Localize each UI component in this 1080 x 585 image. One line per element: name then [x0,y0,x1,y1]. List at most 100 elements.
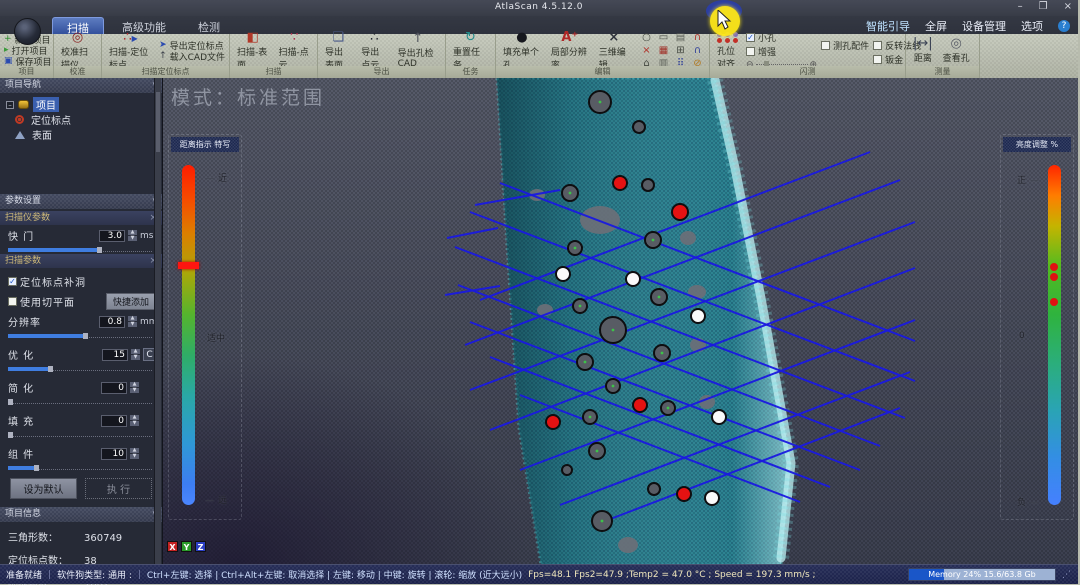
alignment-dot [1050,273,1058,281]
scan-targets-button[interactable]: ∴▶ 扫描-定位标点 [106,31,155,71]
resolution-input[interactable]: 0.8 [99,316,125,328]
scan-surface-button[interactable]: ◧ 扫描-表面 [234,31,272,71]
resolution-label: 分辨率 [8,314,96,329]
distance-button[interactable]: |↔| 距离 [910,37,936,64]
minimize-button[interactable]: – [1018,1,1023,12]
view-hole-button[interactable]: ◎ 查看孔 [940,37,973,64]
export-surface-icon: ❏ [332,31,344,44]
reset-task-button[interactable]: ↻ 重置任务 [450,31,491,71]
export-pointcloud-button[interactable]: ∴ 导出点云 [358,31,390,71]
fill-single-hole-button[interactable]: ● 填充单个孔 [500,31,544,71]
tree-item-surface[interactable]: 表面 [6,127,160,142]
menu-fullscreen[interactable]: 全屏 [925,18,947,34]
resize-grip-icon[interactable]: ⋰ [1062,570,1072,580]
axis-x-button[interactable]: X [167,541,178,552]
project-nav-header[interactable]: 项目导航▾ [0,78,162,93]
edit-3d-button[interactable]: × 三维编辑 [596,31,632,71]
label-zero: 0 [1019,331,1025,341]
edit-tool-icon[interactable]: ▦ [656,45,671,57]
distance-indicator-title: 距离指示 特写 [171,137,239,152]
edit-tool-icon[interactable]: ∩ [690,32,705,44]
simplify-slider[interactable] [8,399,152,404]
scan-surface-icon: ◧ [247,31,259,44]
export-targets-button[interactable]: ➤ 导出定位标点 [159,40,225,50]
scan-pointcloud-button[interactable]: ∵ 扫描-点云 [276,31,314,71]
maximize-button[interactable]: ❐ [1039,1,1048,12]
alignment-dot [1050,263,1058,271]
open-project-button[interactable]: ▸ 打开项目 [4,46,52,56]
viewport-3d[interactable]: 模式：标准范围 距离指示 特写 —近 适中 —远 亮度调整 % 正— 0 负— … [163,78,1078,565]
ribbon-empty-area [980,34,1078,78]
component-slider[interactable] [8,465,152,470]
status-mouse-hints: Ctrl+左键: 选择 | Ctrl+Alt+左键: 取消选择 | 左键: 移动… [147,568,522,581]
selection-tools-grid[interactable]: ○▭▤∩×▦⊞∩⌂▥⠿⊘ [639,32,705,70]
menu-device-management[interactable]: 设备管理 [962,18,1006,34]
set-default-button[interactable]: 设为默认 [10,478,77,499]
resolution-stepper[interactable]: ▲▼ [128,316,137,327]
shutter-slider[interactable] [8,247,152,252]
axis-y-button[interactable]: Y [181,541,192,552]
local-resolution-button[interactable]: A⁺ 局部分辨率 [548,31,592,71]
sidebar-scrollbar[interactable] [154,78,161,564]
optimize-input[interactable]: 15 [102,349,128,361]
shutter-input[interactable]: 3.0 [99,230,125,242]
memory-text: Memory 24% 15.6/63.8 Gb [909,570,1055,579]
use-plane-checkbox[interactable] [8,297,17,306]
project-info-header[interactable]: 项目信息▾ [0,507,162,522]
ribbon-group-scan-targets: ∴▶ 扫描-定位标点 ➤ 导出定位标点 ↑ 载入CAD文件 扫描定位标点 [102,34,230,78]
component-stepper[interactable]: ▲▼ [130,448,139,459]
menu-smart-guide[interactable]: 智能引导 [866,18,910,34]
calibrate-scanner-button[interactable]: ◎ 校准扫描仪 [58,31,97,71]
load-cad-button[interactable]: ↑ 载入CAD文件 [159,51,225,61]
label-near: —近 [205,171,227,184]
status-bar: 准备就绪 | 软件狗类型: 通用 : | Ctrl+左键: 选择 | Ctrl+… [0,564,1078,584]
edit-tool-icon[interactable]: ∩ [690,45,705,57]
fill-targets-checkbox[interactable] [8,277,17,286]
small-hole-checkbox[interactable]: 小孔 [746,32,817,43]
component-input[interactable]: 10 [101,448,127,460]
edit-tool-icon[interactable]: ▭ [656,32,671,44]
fill-stepper[interactable]: ▲▼ [130,415,139,426]
status-performance: Fps=48.1 Fps2=47.9 ;Temp2 = 47.0 °C ; Sp… [528,570,815,580]
tree-item-targets[interactable]: 定位标点 [6,112,160,127]
fill-input[interactable]: 0 [101,415,127,427]
mode-label: 模式：标准范围 [171,83,325,110]
hole-align-button[interactable]: 孔位对齐 [714,32,742,70]
resolution-slider[interactable] [8,333,152,338]
close-button[interactable]: × [1064,1,1072,12]
info-triangles: 三角形数：360749 [8,527,154,550]
params-header[interactable]: 参数设置▾ [0,194,162,209]
help-icon[interactable]: ? [1058,20,1070,32]
export-holecad-button[interactable]: ↑ 导出孔检CAD [395,32,441,69]
scanned-mesh[interactable] [163,78,1078,565]
tree-item-project[interactable]: – 项目 [6,97,160,112]
scanner-params-header[interactable]: 扫描仪参数× [0,211,162,225]
tree-expander-icon[interactable]: – [6,101,14,109]
optimize-stepper[interactable]: ▲▼ [131,349,140,360]
simplify-input[interactable]: 0 [101,382,127,394]
shutter-label: 快 门 [8,228,96,243]
edit-tool-icon[interactable]: ○ [639,32,654,44]
edit-tool-icon[interactable]: ⊞ [673,45,688,57]
shutter-stepper[interactable]: ▲▼ [128,230,137,241]
execute-button[interactable]: 执 行 [85,478,152,499]
brightness-indicator-title: 亮度调整 % [1003,137,1071,152]
concentric-circle-icon: ◎ [950,37,961,50]
hole-fitting-checkbox[interactable]: 测孔配件 [821,40,869,51]
optimize-slider[interactable] [8,366,152,371]
edit-tool-icon[interactable]: × [639,45,654,57]
fill-slider[interactable] [8,432,152,437]
save-project-button[interactable]: ▣ 保存项目 [4,57,52,67]
axis-z-button[interactable]: Z [195,541,206,552]
axis-indicator[interactable]: X Y Z [167,541,206,552]
scan-params-header[interactable]: 扫描参数× [0,254,162,268]
menu-options[interactable]: 选项 [1021,18,1043,34]
enhance-checkbox[interactable]: 增强 [746,46,817,57]
distance-gradient-bar [182,165,195,505]
simplify-stepper[interactable]: ▲▼ [130,382,139,393]
edit-tool-icon[interactable]: ▤ [673,32,688,44]
export-surface-button[interactable]: ❏ 导出表面 [322,31,354,71]
app-logo-button[interactable] [14,18,41,45]
quick-add-button[interactable]: 快捷添加 [106,293,156,310]
tab-inspect[interactable]: 检测 [184,17,234,34]
